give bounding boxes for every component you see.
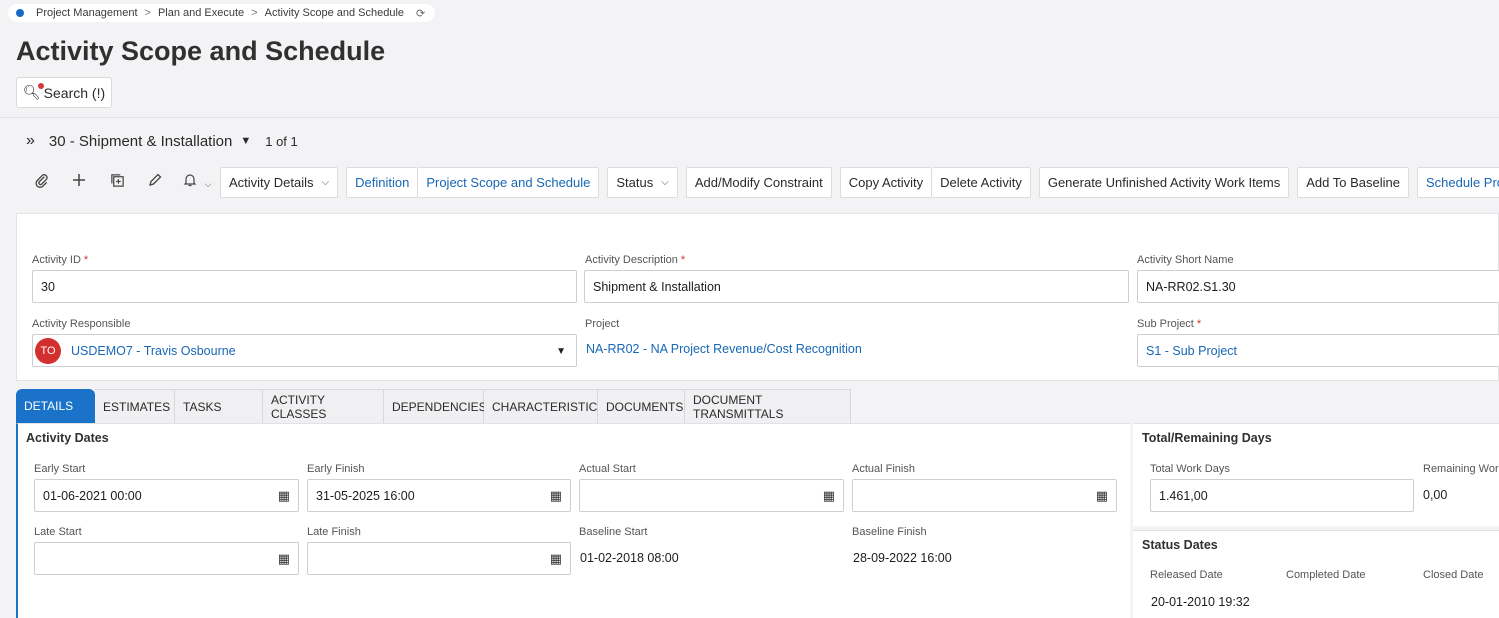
early-finish-value: 31-05-2025 16:00: [316, 488, 415, 503]
bell-icon[interactable]: ⌵: [174, 173, 220, 191]
paperclip-icon[interactable]: [22, 173, 60, 192]
schedule-project-button[interactable]: Schedule Project: [1416, 166, 1499, 198]
activity-description-field[interactable]: Shipment & Installation: [584, 270, 1129, 303]
activity-id-field[interactable]: 30: [32, 270, 577, 303]
released-date-label: Released Date: [1150, 569, 1223, 581]
delete-activity-button[interactable]: Delete Activity: [932, 166, 1031, 198]
calendar-icon[interactable]: ▦: [550, 488, 562, 504]
record-dropdown-icon[interactable]: ▼: [240, 135, 251, 147]
detail-tabs: DETAILS ESTIMATES TASKS ACTIVITY CLASSES…: [16, 389, 851, 423]
expand-panel-icon[interactable]: »: [26, 132, 35, 150]
late-finish-field[interactable]: ▦: [307, 542, 571, 575]
tab-document-transmittals[interactable]: DOCUMENT TRANSMITTALS: [685, 389, 851, 423]
early-start-value: 01-06-2021 00:00: [43, 488, 142, 503]
remaining-work-value: 0,00: [1423, 488, 1448, 502]
breadcrumb: Project Management > Plan and Execute > …: [8, 4, 436, 22]
actual-start-label: Actual Start: [579, 463, 636, 475]
activity-description-label: Activity Description *: [585, 254, 686, 266]
record-title[interactable]: 30 - Shipment & Installation: [49, 133, 232, 150]
late-finish-label: Late Finish: [307, 526, 361, 538]
tab-details[interactable]: DETAILS: [16, 389, 95, 423]
dropdown-caret-icon[interactable]: ▼: [556, 346, 566, 357]
actual-finish-field[interactable]: ▦: [852, 479, 1117, 512]
tab-characteristics[interactable]: CHARACTERISTICS: [484, 389, 605, 423]
late-start-label: Late Start: [34, 526, 82, 538]
total-work-days-label: Total Work Days: [1150, 463, 1230, 475]
definition-button[interactable]: Definition: [346, 166, 419, 198]
divider: [0, 117, 1499, 118]
project-scope-schedule-button[interactable]: Project Scope and Schedule: [418, 166, 600, 198]
tab-estimates[interactable]: ESTIMATES: [95, 389, 175, 423]
actual-finish-label: Actual Finish: [852, 463, 915, 475]
breadcrumb-separator: >: [144, 7, 151, 19]
breadcrumb-item-plan-execute[interactable]: Plan and Execute: [158, 7, 244, 19]
pencil-icon[interactable]: [136, 173, 174, 191]
project-label: Project: [585, 318, 620, 330]
released-date-value: 20-01-2010 19:32: [1151, 595, 1250, 609]
early-start-label: Early Start: [34, 463, 86, 475]
home-dot-icon[interactable]: [16, 9, 24, 17]
actual-start-field[interactable]: ▦: [579, 479, 844, 512]
total-work-days-field[interactable]: 1.461,00: [1150, 479, 1414, 512]
closed-date-label: Closed Date: [1423, 569, 1484, 581]
activity-dates-title: Activity Dates: [26, 431, 109, 445]
search-button[interactable]: 🔍︎ Search (!): [16, 77, 112, 108]
remaining-work-label: Remaining Wor: [1423, 463, 1499, 475]
search-icon: 🔍︎: [22, 83, 44, 100]
status-label: Status: [616, 174, 654, 190]
activity-responsible-field[interactable]: TO USDEMO7 - Travis Osbourne ▼: [32, 334, 577, 367]
page-title: Activity Scope and Schedule: [16, 36, 386, 66]
record-count: 1 of 1: [265, 133, 298, 149]
chevron-down-icon: ⌵: [661, 176, 669, 188]
activity-short-name-field[interactable]: NA-RR02.S1.30: [1137, 270, 1499, 303]
status-dates-title: Status Dates: [1142, 538, 1218, 552]
search-label: Search (!): [43, 84, 106, 101]
baseline-finish-value: 28-09-2022 16:00: [853, 551, 952, 565]
add-to-baseline-button[interactable]: Add To Baseline: [1297, 166, 1409, 198]
baseline-start-label: Baseline Start: [579, 526, 648, 538]
sub-project-field[interactable]: S1 - Sub Project: [1137, 334, 1499, 367]
early-start-field[interactable]: 01-06-2021 00:00 ▦: [34, 479, 299, 512]
plus-icon[interactable]: [60, 173, 98, 191]
early-finish-field[interactable]: 31-05-2025 16:00 ▦: [307, 479, 571, 512]
tab-documents[interactable]: DOCUMENTS: [598, 389, 685, 423]
activity-short-name-label: Activity Short Name: [1137, 254, 1234, 266]
calendar-icon[interactable]: ▦: [278, 488, 290, 504]
activity-details-label: Activity Details: [229, 174, 314, 190]
record-navigator: » 30 - Shipment & Installation ▼ 1 of 1: [26, 132, 298, 150]
early-finish-label: Early Finish: [307, 463, 365, 475]
activity-id-label: Activity ID *: [32, 254, 89, 266]
activity-details-button[interactable]: Activity Details ⌵: [220, 166, 339, 198]
generate-work-items-button[interactable]: Generate Unfinished Activity Work Items: [1038, 166, 1290, 198]
status-button[interactable]: Status ⌵: [607, 166, 678, 198]
sub-project-value[interactable]: S1 - Sub Project: [1146, 344, 1237, 358]
activity-responsible-label: Activity Responsible: [32, 318, 131, 330]
total-remaining-days-title: Total/Remaining Days: [1142, 431, 1272, 445]
breadcrumb-item-current: Activity Scope and Schedule: [264, 7, 405, 19]
sub-project-label: Sub Project *: [1137, 318, 1202, 330]
command-toolbar: ⌵ Activity Details ⌵ Definition Project …: [22, 166, 1499, 198]
calendar-icon[interactable]: ▦: [550, 551, 562, 567]
calendar-icon[interactable]: ▦: [823, 488, 835, 504]
refresh-icon[interactable]: ⟳: [416, 7, 425, 20]
tab-dependencies[interactable]: DEPENDENCIES: [384, 389, 487, 423]
tab-activity-classes[interactable]: ACTIVITY CLASSES: [263, 389, 384, 423]
completed-date-label: Completed Date: [1286, 569, 1366, 581]
calendar-icon[interactable]: ▦: [278, 551, 290, 567]
chevron-down-icon: ⌵: [321, 176, 330, 188]
late-start-field[interactable]: ▦: [34, 542, 299, 575]
baseline-start-value: 01-02-2018 08:00: [580, 551, 679, 565]
duplicate-icon[interactable]: [98, 173, 136, 192]
breadcrumb-item-project-management[interactable]: Project Management: [36, 7, 138, 19]
activity-responsible-value[interactable]: USDEMO7 - Travis Osbourne: [71, 344, 236, 358]
avatar: TO: [35, 337, 61, 364]
breadcrumb-separator: >: [251, 7, 258, 19]
calendar-icon[interactable]: ▦: [1096, 488, 1108, 504]
baseline-finish-label: Baseline Finish: [852, 526, 927, 538]
add-modify-constraint-button[interactable]: Add/Modify Constraint: [685, 166, 832, 198]
tab-tasks[interactable]: TASKS: [175, 389, 263, 423]
copy-activity-button[interactable]: Copy Activity: [839, 166, 933, 198]
activity-dates-panel: [16, 423, 1130, 618]
project-link[interactable]: NA-RR02 - NA Project Revenue/Cost Recogn…: [586, 342, 862, 356]
